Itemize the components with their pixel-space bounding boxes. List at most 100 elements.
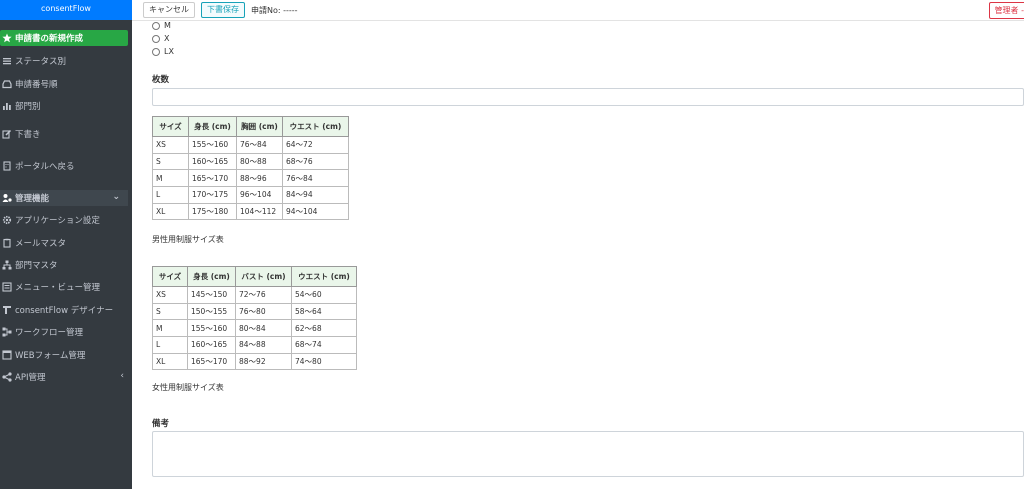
table-cell: 88～96 (236, 169, 283, 188)
sidebar-item-label: アプリケーション設定 (15, 216, 100, 226)
women-table-caption: 女性用制服サイズ表 (152, 383, 224, 392)
sidebar-item-label: 管理機能 (15, 194, 50, 204)
sidebar-item-back-to-portal[interactable]: ポータルへ戻る (0, 158, 132, 174)
table-cell: XS (152, 286, 188, 304)
table-cell: 72～76 (235, 286, 292, 304)
column-header: バスト (cm) (235, 266, 292, 287)
men-size-table: サイズ 身長 (cm) 胸囲 (cm) ウエスト (cm) XS 155～160 76～84… (152, 116, 349, 221)
sidebar-item-designer[interactable]: consentFlow デザイナー (0, 302, 132, 318)
sidebar-item-by-department[interactable]: 部門別 (0, 98, 132, 114)
list-icon (2, 56, 12, 66)
sidebar-item-department-master[interactable]: 部門マスタ (0, 257, 132, 273)
sidebar-item-by-status[interactable]: ステータス別 (0, 53, 132, 69)
remarks-textarea[interactable] (152, 431, 1024, 477)
table-cell: XL (152, 352, 188, 371)
table-cell: XL (152, 202, 189, 221)
sidebar-item-by-number[interactable]: 申請番号順 (0, 76, 132, 92)
table-cell: 76～84 (282, 169, 349, 188)
sidebar-item-web-form[interactable]: WEBフォーム管理 (0, 347, 132, 363)
radio-option-lx[interactable]: LX (152, 47, 174, 56)
table-row: S 160～165 80～88 68～76 (152, 152, 349, 171)
radio-label: M (164, 21, 171, 30)
table-row: XS 145～150 72～76 54～60 (152, 286, 357, 304)
table-cell: 94～104 (282, 202, 349, 221)
table-row: M 165～170 88～96 76～84 (152, 169, 349, 188)
table-row: L 170～175 96～104 84～94 (152, 186, 349, 204)
table-cell: 54～60 (291, 286, 357, 304)
table-cell: 74～80 (291, 352, 357, 371)
column-header: ウエスト (cm) (282, 116, 349, 137)
sidebar-item-label: 申請番号順 (15, 80, 58, 90)
radio-label: X (164, 34, 170, 43)
sidebar-item-label: ステータス別 (15, 57, 67, 67)
table-cell: 160～165 (187, 336, 236, 354)
table-cell: 175～180 (188, 202, 237, 221)
radio-option-m[interactable]: M (152, 21, 171, 30)
sidebar-item-api[interactable]: API管理 ‹ (0, 369, 132, 385)
inbox-icon (2, 79, 12, 89)
table-cell: 165～170 (188, 169, 237, 188)
count-label: 枚数 (152, 75, 170, 85)
table-cell: 88～92 (235, 352, 292, 371)
table-cell: 76～84 (236, 136, 283, 154)
clipboard-icon (2, 238, 12, 248)
column-header: ウエスト (cm) (291, 266, 357, 287)
table-cell: S (152, 302, 188, 321)
radio-button[interactable] (152, 21, 160, 30)
table-cell: S (152, 152, 189, 171)
table-cell: 84～94 (282, 186, 349, 204)
sidebar-item-workflow[interactable]: ワークフロー管理 (0, 324, 132, 340)
table-cell: XS (152, 136, 189, 154)
sidebar-item-label: 部門別 (15, 102, 41, 112)
sidebar-item-mail-master[interactable]: メールマスタ (0, 235, 132, 251)
table-cell: 58～64 (291, 302, 357, 321)
sidebar-item-label: WEBフォーム管理 (15, 351, 86, 361)
table-cell: 68～76 (282, 152, 349, 171)
sidebar-item-label: メニュー・ビュー管理 (15, 283, 101, 293)
column-header: 胸囲 (cm) (236, 116, 283, 137)
column-header: サイズ (152, 266, 188, 287)
table-cell: 80～88 (236, 152, 283, 171)
radio-button[interactable] (152, 34, 160, 43)
table-cell: 170～175 (188, 186, 237, 204)
table-row: XS 155～160 76～84 64～72 (152, 136, 349, 154)
edit-icon (2, 129, 12, 139)
table-cell: 62～68 (291, 319, 357, 338)
application-number: 申請No: ----- (251, 5, 298, 15)
radio-label: LX (164, 47, 174, 56)
women-size-table: サイズ 身長 (cm) バスト (cm) ウエスト (cm) XS 145～150 72～7… (152, 266, 357, 371)
table-row: M 155～160 80～84 62～68 (152, 319, 357, 338)
building-icon (2, 161, 12, 171)
sidebar-item-label: メールマスタ (15, 239, 67, 249)
table-cell: 155～160 (188, 136, 237, 154)
sidebar-item-admin[interactable]: 管理機能 ⌄ (0, 190, 128, 206)
radio-button[interactable] (152, 47, 160, 56)
sidebar: consentFlow 申請書の新規作成 ステータス別 申請番号順部門別下書きポータ… (0, 0, 132, 489)
sidebar-item-label: ポータルへ戻る (15, 162, 75, 172)
cancel-button[interactable]: キャンセル (143, 2, 195, 18)
share-icon (2, 372, 12, 382)
sidebar-item-label: 申請書の新規作成 (15, 34, 84, 44)
remarks-label: 備考 (152, 419, 170, 429)
workflow-icon (2, 327, 12, 337)
table-header-row: サイズ 身長 (cm) 胸囲 (cm) ウエスト (cm) (152, 116, 349, 137)
table-cell: L (152, 336, 188, 354)
table-cell: 76～80 (235, 302, 292, 321)
sidebar-item-menu-view[interactable]: メニュー・ビュー管理 (0, 279, 132, 295)
count-input[interactable] (152, 88, 1024, 106)
save-draft-button[interactable]: 下書保存 (201, 2, 245, 18)
admin-menu-button[interactable]: 管理者 - (988, 2, 1024, 19)
brand-logo[interactable]: consentFlow (0, 0, 132, 20)
men-table-caption: 男性用制服サイズ表 (152, 235, 224, 244)
column-header: サイズ (152, 116, 189, 137)
sidebar-item-label: API管理 (15, 373, 46, 383)
table-cell: 80～84 (235, 319, 292, 338)
sidebar-item-drafts[interactable]: 下書き (0, 126, 132, 142)
radio-option-x[interactable]: X (152, 34, 169, 43)
users-cog-icon (2, 193, 12, 203)
sidebar-item-new-application[interactable]: 申請書の新規作成 (0, 30, 128, 46)
table-cell: M (152, 319, 188, 338)
sidebar-item-app-settings[interactable]: アプリケーション設定 (0, 212, 132, 228)
chevron-down-icon: ⌄ (112, 192, 120, 202)
menu-list-icon (2, 282, 12, 292)
